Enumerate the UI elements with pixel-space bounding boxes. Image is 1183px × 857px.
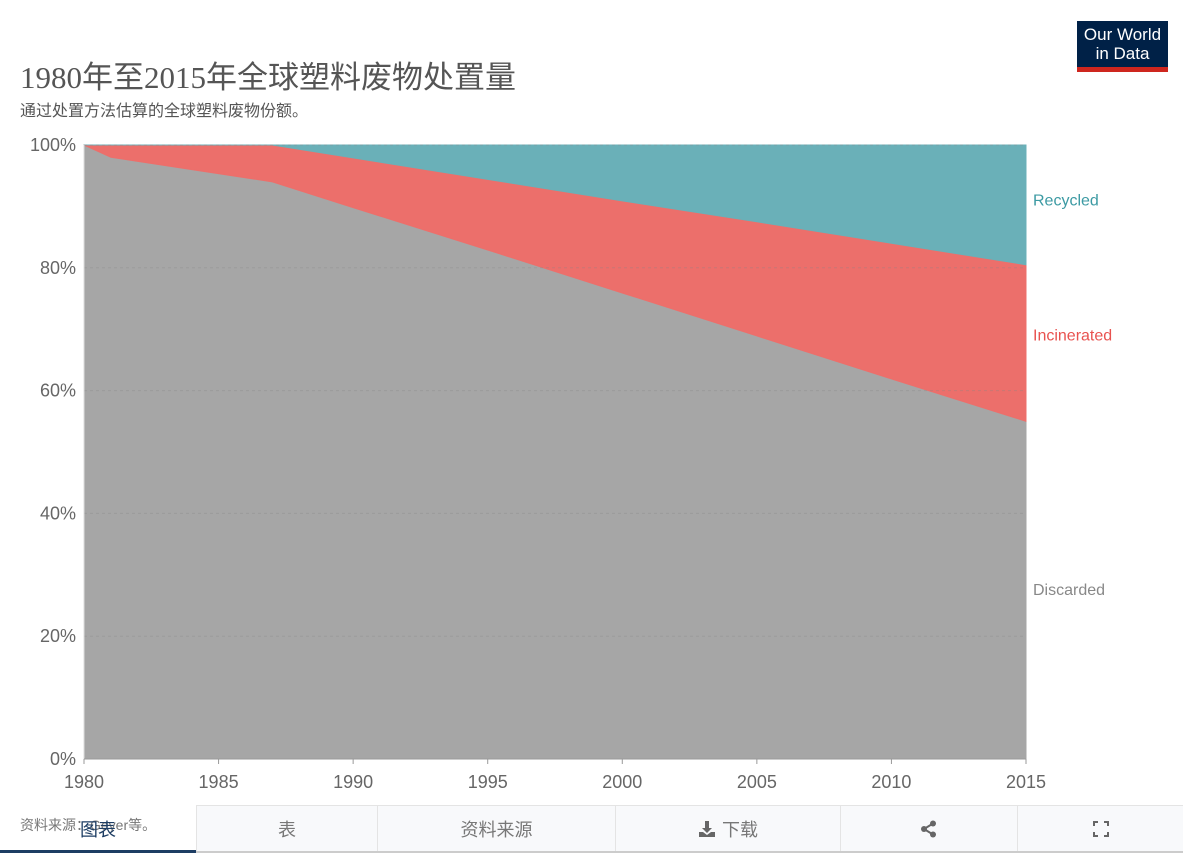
download-button[interactable]: 下载	[615, 806, 840, 851]
share-button[interactable]	[840, 806, 1017, 851]
fullscreen-icon	[1092, 820, 1109, 837]
y-tick-label: 20%	[40, 626, 76, 646]
x-tick-label: 1995	[468, 772, 508, 792]
x-tick-label: 2015	[1006, 772, 1046, 792]
x-tick-label: 1985	[199, 772, 239, 792]
legend-label-recycled: Recycled	[1033, 192, 1099, 209]
share-icon	[921, 820, 936, 837]
tab-sources-label: 资料来源	[460, 819, 533, 840]
legend-label-discarded: Discarded	[1033, 582, 1105, 599]
tab-table-label: 表	[278, 819, 296, 840]
y-tick-label: 40%	[40, 503, 76, 523]
download-label: 下载	[722, 819, 758, 840]
tab-bar: 图表 表 资料来源 下载	[0, 805, 1183, 853]
x-tick-label: 1990	[333, 772, 373, 792]
y-tick-label: 100%	[30, 135, 76, 155]
fullscreen-button[interactable]	[1017, 806, 1183, 851]
y-tick-label: 60%	[40, 381, 76, 401]
x-tick-label: 2005	[737, 772, 777, 792]
x-tick-label: 2000	[602, 772, 642, 792]
area-chart: 0% 20% 40% 60% 80% 100% 1980 1985 1990 1995 2000 20…	[30, 135, 1112, 792]
y-tick-label: 0%	[50, 749, 76, 769]
download-icon	[699, 820, 715, 837]
y-tick-label: 80%	[40, 258, 76, 278]
tab-table[interactable]: 表	[196, 806, 377, 851]
x-tick-label: 1980	[64, 772, 104, 792]
tab-sources[interactable]: 资料来源	[377, 806, 615, 851]
tab-chart[interactable]: 图表	[0, 805, 196, 853]
x-tick-label: 2010	[871, 772, 911, 792]
legend-label-incinerated: Incinerated	[1033, 327, 1112, 344]
